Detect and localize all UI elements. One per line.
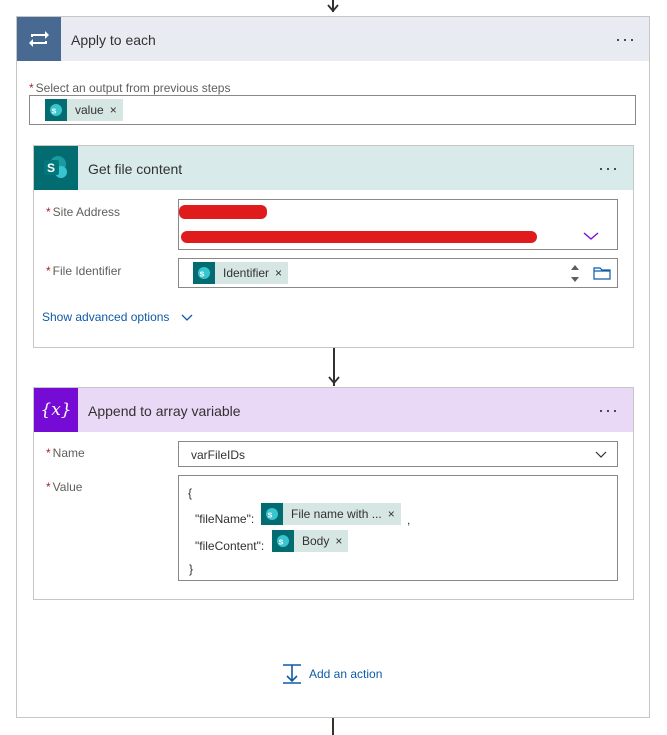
value-editor[interactable]: { "fileName": s File name with ... × , "… [178, 475, 618, 581]
variable-icon: {x} [34, 388, 78, 432]
select-output-field[interactable]: s value × [29, 95, 636, 125]
apply-to-each-header[interactable]: Apply to each ··· [17, 17, 649, 61]
add-action-button[interactable]: Add an action [281, 663, 382, 685]
svg-text:S: S [47, 161, 55, 175]
required-mark: * [46, 480, 51, 494]
name-dropdown-value: varFileIDs [191, 448, 246, 462]
append-to-array-more-button[interactable]: ··· [598, 401, 619, 419]
value-close-brace: } [189, 562, 194, 576]
identifier-token-label: Identifier [223, 266, 270, 280]
top-arrow-icon [327, 4, 339, 13]
body-token-remove-button[interactable]: × [335, 534, 348, 548]
select-output-label: * Select an output from previous steps [29, 81, 230, 95]
variable-icon-text: {x} [40, 400, 72, 420]
middle-arrow-icon [328, 376, 340, 385]
apply-more-button[interactable]: ··· [615, 30, 636, 48]
show-advanced-options-label: Show advanced options [42, 310, 170, 324]
folder-icon[interactable] [593, 266, 611, 280]
required-mark: * [46, 264, 51, 278]
value-open-brace: { [188, 486, 193, 500]
sharepoint-icon: S [34, 146, 78, 190]
svg-text:s: s [279, 537, 284, 547]
value-token-remove-button[interactable]: × [110, 103, 123, 117]
file-identifier-label-text: File Identifier [52, 264, 122, 278]
body-token-label: Body [302, 534, 330, 548]
name-dropdown[interactable]: varFileIDs [178, 441, 618, 467]
value-label: * Value [46, 480, 82, 494]
site-address-label: * Site Address [46, 205, 120, 219]
site-address-field[interactable] [178, 199, 618, 250]
get-file-content-header[interactable]: S Get file content ··· [34, 146, 633, 190]
append-to-array-title: Append to array variable [88, 403, 241, 419]
file-identifier-label: * File Identifier [46, 264, 121, 278]
get-file-content-card: S Get file content ··· * Site Address * Fi… [33, 145, 634, 348]
value-comma: , [407, 513, 411, 527]
add-action-icon [283, 664, 301, 684]
show-advanced-options-link[interactable]: Show advanced options [42, 310, 193, 324]
value-token[interactable]: s value × [45, 99, 123, 121]
sharepoint-icon: s [193, 262, 215, 284]
apply-to-each-title: Apply to each [71, 32, 156, 48]
get-file-content-more-button[interactable]: ··· [598, 159, 619, 177]
required-mark: * [46, 446, 51, 460]
sharepoint-icon: s [45, 99, 67, 121]
file-name-token-remove-button[interactable]: × [388, 507, 401, 521]
name-label: * Name [46, 446, 85, 460]
append-to-array-header[interactable]: {x} Append to array variable ··· [34, 388, 633, 432]
body-token[interactable]: s Body × [272, 530, 349, 552]
bottom-connector [332, 718, 334, 735]
file-identifier-field[interactable]: s Identifier × [178, 258, 618, 288]
value-filename-key: "fileName": [195, 512, 255, 526]
loop-icon [17, 17, 61, 61]
file-name-token-label: File name with ... [291, 507, 382, 521]
name-label-text: Name [52, 446, 85, 460]
file-name-token[interactable]: s File name with ... × [261, 503, 401, 525]
spin-up-icon[interactable] [570, 263, 580, 271]
redaction-mark [181, 231, 537, 243]
chevron-down-icon[interactable] [583, 231, 599, 241]
chevron-down-icon [181, 314, 193, 321]
required-mark: * [29, 81, 34, 95]
append-to-array-card: {x} Append to array variable ··· * Name v… [33, 387, 634, 600]
get-file-content-title: Get file content [88, 161, 183, 177]
sharepoint-icon: s [261, 503, 283, 525]
apply-to-each-card: Apply to each ··· * Select an output from… [16, 16, 650, 718]
svg-text:s: s [52, 106, 57, 116]
chevron-down-icon [595, 451, 607, 458]
add-action-label: Add an action [309, 667, 383, 681]
svg-text:s: s [200, 269, 205, 279]
site-address-label-text: Site Address [52, 205, 121, 219]
value-token-label: value [75, 103, 104, 117]
required-mark: * [46, 205, 51, 219]
redaction-mark [179, 205, 267, 219]
identifier-token-remove-button[interactable]: × [275, 266, 288, 280]
value-label-text: Value [52, 480, 83, 494]
spin-down-icon[interactable] [570, 276, 580, 284]
svg-text:s: s [268, 510, 273, 520]
identifier-token[interactable]: s Identifier × [193, 262, 289, 284]
sharepoint-icon: s [272, 530, 294, 552]
select-output-label-text: Select an output from previous steps [35, 81, 231, 95]
value-filecontent-key: "fileContent": [195, 539, 265, 553]
